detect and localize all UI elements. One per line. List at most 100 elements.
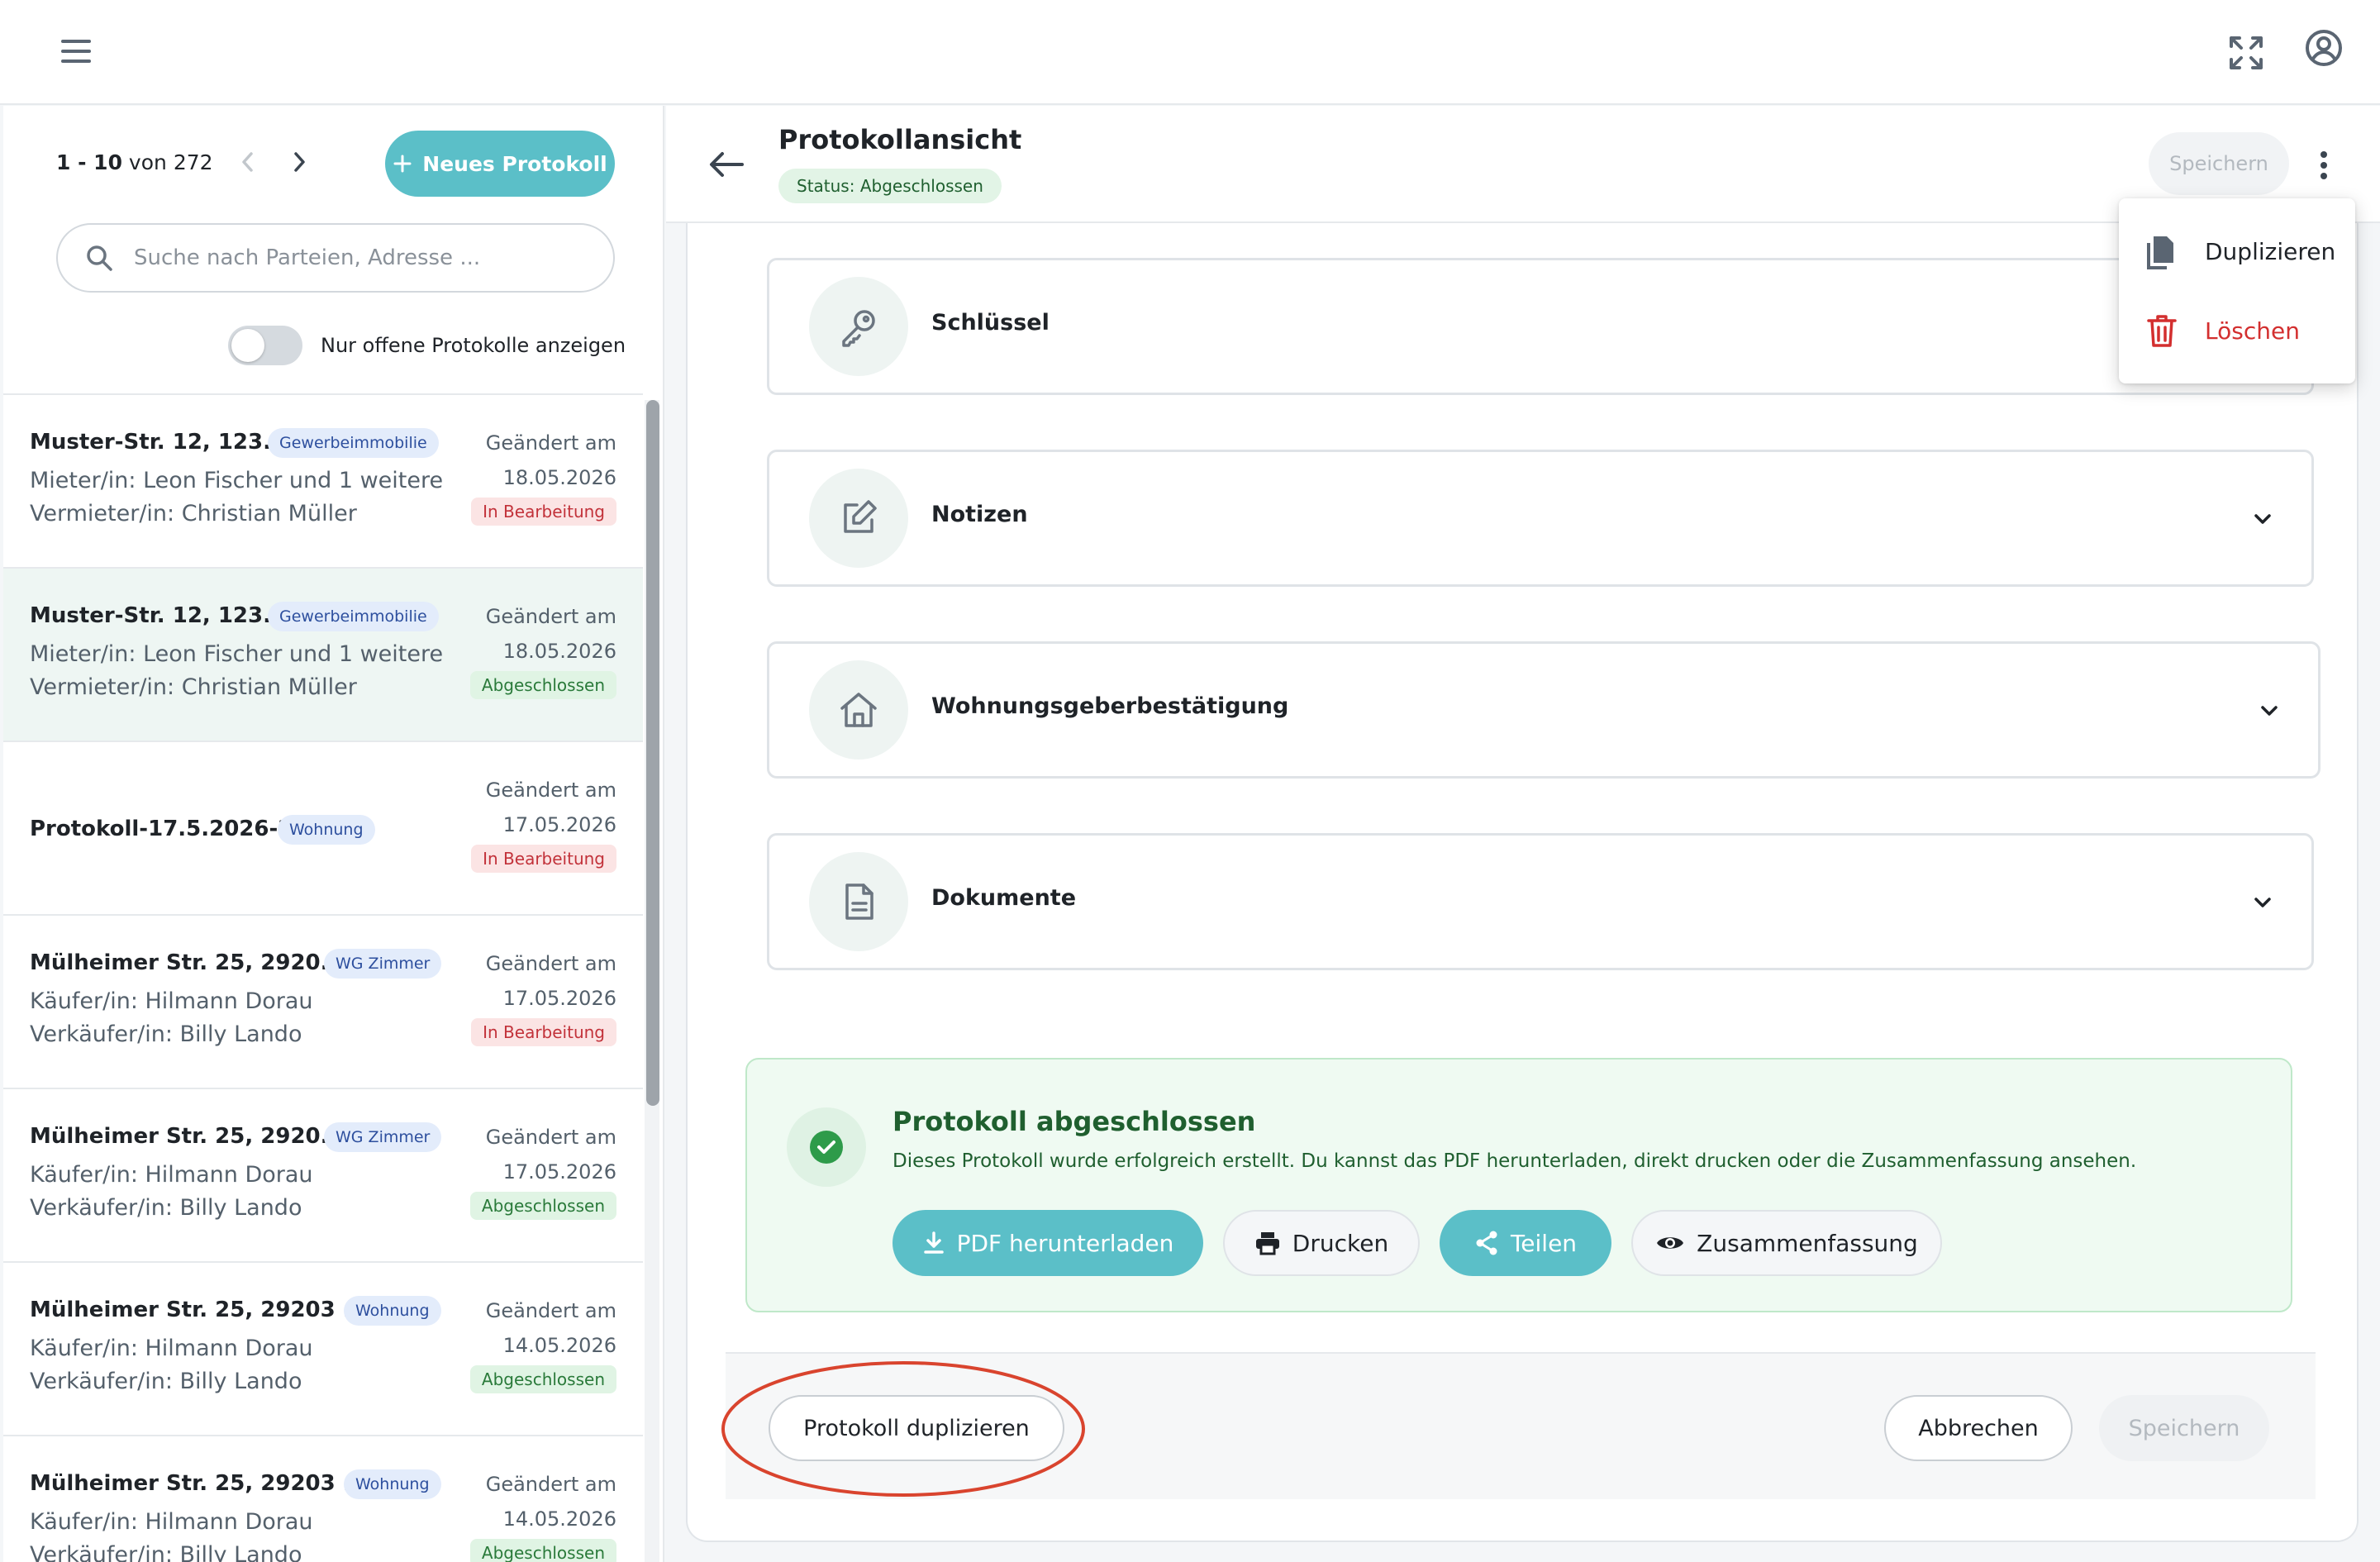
header-save-button[interactable]: Speichern — [2149, 132, 2289, 195]
list-item-party-1: Käufer/in: Hilmann Dorau — [30, 1509, 313, 1535]
detail-footer: Protokoll duplizieren Abbrechen Speicher… — [721, 1352, 2316, 1499]
document-icon — [809, 852, 908, 951]
list-item-party-2: Vermieter/in: Christian Müller — [30, 674, 357, 700]
changed-date: 17.05.2026 — [502, 813, 616, 836]
list-item-party-1: Käufer/in: Hilmann Dorau — [30, 1336, 313, 1361]
list-item-party-1: Käufer/in: Hilmann Dorau — [30, 988, 313, 1014]
section-label: Dokumente — [931, 885, 1077, 911]
changed-label: Geändert am — [485, 431, 616, 455]
key-icon — [809, 277, 908, 376]
property-type-badge: Gewerbeimmobilie — [268, 428, 439, 458]
status-badge: In Bearbeitung — [471, 498, 616, 526]
changed-label: Geändert am — [485, 1126, 616, 1149]
list-item-party-2: Verkäufer/in: Billy Lando — [30, 1369, 302, 1394]
status-badge: Abgeschlossen — [469, 1365, 616, 1393]
completion-text: Dieses Protokoll wurde erfolgreich erste… — [892, 1150, 2137, 1172]
duplicate-protocol-button[interactable]: Protokoll duplizieren — [769, 1395, 1064, 1461]
property-type-badge: WG Zimmer — [324, 949, 442, 979]
share-button[interactable]: Teilen — [1440, 1210, 1611, 1276]
chevron-down-icon — [2250, 507, 2275, 531]
status-badge: Abgeschlossen — [469, 671, 616, 699]
trash-icon — [2147, 315, 2177, 347]
open-only-filter: Nur offene Protokolle anzeigen — [228, 326, 626, 365]
list-item-party-2: Verkäufer/in: Billy Lando — [30, 1021, 302, 1047]
list-item[interactable]: Muster-Str. 12, 123... Gewerbeimmobilie … — [3, 395, 643, 569]
list-item-title: Mülheimer Str. 25, 2920... — [30, 1124, 345, 1149]
detail-card: Schlüssel Notizen Wohnungsgeberbestätigu… — [686, 223, 2359, 1542]
list-scrollbar-thumb[interactable] — [646, 400, 659, 1106]
house-icon — [809, 660, 908, 760]
status-label: Status: — [797, 176, 855, 196]
changed-date: 14.05.2026 — [502, 1507, 616, 1531]
list-item[interactable]: Mülheimer Str. 25, 29203 ... Wohnung Käu… — [3, 1263, 643, 1436]
print-button[interactable]: Drucken — [1223, 1210, 1420, 1276]
open-only-toggle[interactable] — [228, 326, 302, 365]
share-label: Teilen — [1510, 1229, 1578, 1257]
account-icon[interactable] — [2304, 28, 2344, 68]
previous-page-icon[interactable] — [236, 145, 259, 179]
changed-date: 18.05.2026 — [502, 640, 616, 663]
changed-label: Geändert am — [485, 1299, 616, 1322]
list-item-title: Protokoll-17.5.2026-2 — [30, 817, 293, 841]
section-documents[interactable]: Dokumente — [767, 833, 2314, 970]
edit-note-icon — [809, 469, 908, 568]
pagination-info: 1 - 10 von 272 — [56, 150, 213, 174]
download-icon — [923, 1231, 944, 1254]
footer-save-button[interactable]: Speichern — [2099, 1395, 2269, 1461]
plus-icon — [393, 155, 412, 173]
section-landlord-confirmation[interactable]: Wohnungsgeberbestätigung — [767, 641, 2320, 779]
completion-title: Protokoll abgeschlossen — [892, 1106, 1256, 1137]
section-notes[interactable]: Notizen — [767, 450, 2314, 587]
summary-label: Zusammenfassung — [1697, 1229, 1918, 1257]
list-item-party-2: Verkäufer/in: Billy Lando — [30, 1195, 302, 1221]
next-page-icon[interactable] — [288, 145, 311, 179]
property-type-badge: Wohnung — [344, 1296, 441, 1326]
section-label: Notizen — [931, 502, 1028, 527]
more-options-menu: Duplizieren Löschen — [2119, 198, 2355, 383]
new-protocol-button[interactable]: Neues Protokoll — [385, 131, 615, 197]
list-item-title: Mülheimer Str. 25, 2920... — [30, 950, 345, 975]
list-item-title: Mülheimer Str. 25, 29203 ... — [30, 1298, 368, 1322]
search-field[interactable] — [56, 223, 615, 293]
menu-hamburger-icon[interactable] — [55, 33, 98, 69]
protocol-list-panel: 1 - 10 von 272 Neues Protokoll Nur offen… — [3, 106, 664, 1562]
open-only-toggle-label: Nur offene Protokolle anzeigen — [321, 334, 626, 357]
list-item-party-2: Verkäufer/in: Billy Lando — [30, 1542, 302, 1562]
copy-icon — [2147, 236, 2173, 269]
list-item[interactable]: Muster-Str. 12, 123... Gewerbeimmobilie … — [3, 569, 643, 742]
back-arrow-icon[interactable] — [706, 144, 747, 185]
changed-label: Geändert am — [485, 605, 616, 628]
list-item-party-2: Vermieter/in: Christian Müller — [30, 501, 357, 526]
list-item-party-1: Mieter/in: Leon Fischer und 1 weitere — [30, 468, 444, 493]
fullscreen-icon[interactable] — [2226, 33, 2266, 73]
list-item-title: Mülheimer Str. 25, 29203 ... — [30, 1471, 368, 1496]
page-title: Protokollansicht — [778, 124, 1022, 155]
top-bar — [0, 0, 2380, 105]
list-item[interactable]: Mülheimer Str. 25, 2920... WG Zimmer Käu… — [3, 916, 643, 1089]
changed-date: 17.05.2026 — [502, 987, 616, 1010]
changed-date: 18.05.2026 — [502, 466, 616, 489]
status-value: Abgeschlossen — [859, 176, 983, 196]
list-item-party-1: Mieter/in: Leon Fischer und 1 weitere — [30, 641, 444, 667]
status-badge: Abgeschlossen — [469, 1539, 616, 1562]
pdf-download-button[interactable]: PDF herunterladen — [892, 1210, 1203, 1276]
property-type-badge: Wohnung — [278, 815, 375, 845]
section-label: Wohnungsgeberbestätigung — [931, 693, 1289, 719]
chevron-down-icon — [2250, 890, 2275, 915]
summary-button[interactable]: Zusammenfassung — [1631, 1210, 1942, 1276]
list-item[interactable]: Mülheimer Str. 25, 29203 ... Wohnung Käu… — [3, 1436, 643, 1562]
section-keys[interactable]: Schlüssel — [767, 258, 2314, 395]
cancel-button[interactable]: Abbrechen — [1884, 1395, 2073, 1461]
list-item[interactable]: Mülheimer Str. 25, 2920... WG Zimmer Käu… — [3, 1089, 643, 1263]
list-item[interactable]: Protokoll-17.5.2026-2 Wohnung Geändert a… — [3, 742, 643, 916]
menu-item-duplicate[interactable]: Duplizieren — [2119, 212, 2355, 291]
list-item-title: Muster-Str. 12, 123... — [30, 430, 288, 455]
search-input[interactable] — [134, 245, 613, 270]
completion-notice: Protokoll abgeschlossen Dieses Protokoll… — [745, 1058, 2292, 1312]
new-protocol-label: Neues Protokoll — [422, 151, 607, 176]
changed-label: Geändert am — [485, 1473, 616, 1496]
more-options-icon[interactable] — [2314, 149, 2334, 182]
menu-item-delete[interactable]: Löschen — [2119, 291, 2355, 370]
search-icon — [87, 245, 112, 271]
status-badge: In Bearbeitung — [471, 1018, 616, 1046]
